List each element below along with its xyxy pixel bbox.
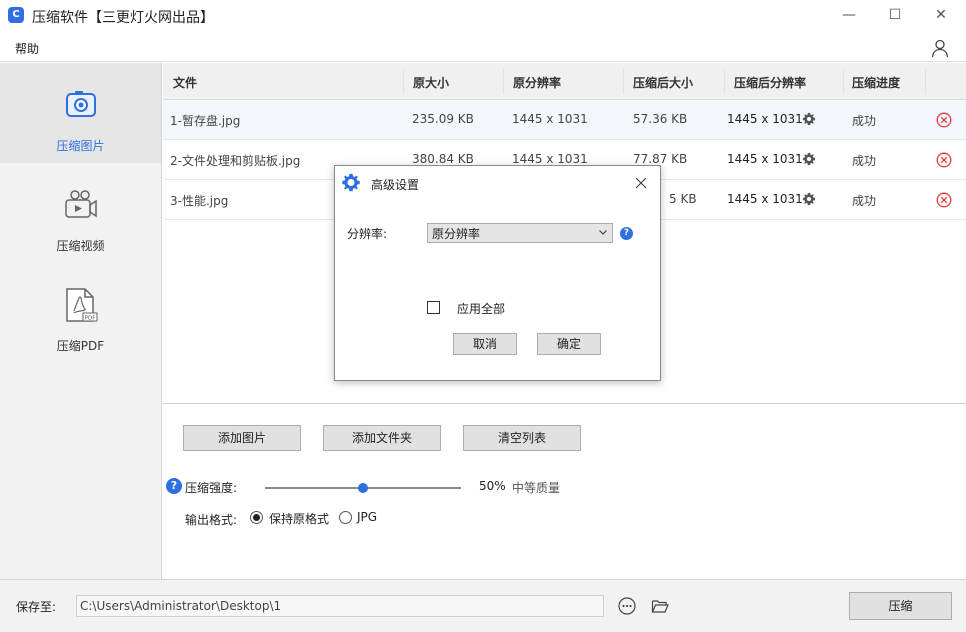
user-icon[interactable]	[930, 38, 950, 58]
video-icon	[65, 190, 97, 218]
resolution-select[interactable]: 原分辨率	[427, 223, 613, 243]
compression-slider-thumb[interactable]	[358, 483, 368, 493]
close-icon[interactable]	[634, 176, 648, 190]
chevron-down-icon	[599, 230, 607, 235]
folder-open-icon[interactable]	[651, 597, 669, 615]
cell-status: 成功	[852, 154, 877, 168]
cell-orig-res: 1445 x 1031	[512, 112, 588, 126]
cell-orig-res: 1445 x 1031	[512, 152, 588, 166]
header-orig-size[interactable]: 原大小	[413, 74, 449, 91]
radio-keep-format[interactable]	[250, 511, 263, 524]
column-divider	[724, 69, 725, 94]
sidebar-item-label: 压缩PDF	[56, 339, 105, 353]
compression-strength-label: 压缩强度:	[185, 481, 238, 495]
column-divider	[843, 69, 844, 94]
header-orig-res[interactable]: 原分辨率	[513, 74, 561, 91]
cell-new-size: 5 KB	[669, 192, 697, 206]
compression-percent: 50%	[479, 479, 506, 493]
cell-status: 成功	[852, 194, 877, 208]
help-icon[interactable]: ?	[620, 227, 633, 240]
clear-list-button[interactable]: 清空列表	[463, 425, 581, 451]
cell-new-size: 77.87 KB	[633, 152, 688, 166]
save-path-input[interactable]	[76, 595, 604, 617]
compress-button[interactable]: 压缩	[849, 592, 952, 620]
cell-file: 3-性能.jpg	[170, 194, 229, 208]
cell-new-res: 1445 x 1031	[727, 192, 803, 206]
delete-row-icon[interactable]	[936, 192, 952, 208]
resolution-label: 分辨率:	[347, 227, 388, 241]
header-progress[interactable]: 压缩进度	[852, 74, 900, 91]
table-header: 文件 原大小 原分辨率 压缩后大小 压缩后分辨率 压缩进度	[163, 63, 966, 100]
output-format-label: 输出格式:	[185, 513, 238, 527]
close-window-button[interactable]: ✕	[918, 0, 964, 30]
minimize-button[interactable]: —	[826, 0, 872, 30]
column-divider	[403, 69, 404, 94]
table-row[interactable]: 1-暂存盘.jpg 235.09 KB 1445 x 1031 57.36 KB…	[163, 100, 966, 140]
radio-jpg[interactable]	[339, 511, 352, 524]
cell-status: 成功	[852, 114, 877, 128]
sidebar-item-compress-video[interactable]: 压缩视频	[0, 163, 161, 263]
image-icon	[66, 91, 96, 117]
apply-all-checkbox[interactable]	[427, 301, 440, 314]
settings-gear-icon	[342, 173, 360, 192]
header-new-size[interactable]: 压缩后大小	[633, 74, 693, 91]
menu-help[interactable]: 帮助	[15, 40, 39, 57]
gear-icon[interactable]	[802, 192, 816, 206]
title-bar: C 压缩软件【三更灯火网出品】 — ☐ ✕	[0, 0, 966, 32]
gear-icon[interactable]	[802, 112, 816, 126]
more-options-icon[interactable]	[618, 597, 636, 615]
cell-new-res: 1445 x 1031	[727, 152, 803, 166]
ok-button[interactable]: 确定	[537, 333, 601, 355]
add-folder-button[interactable]: 添加文件夹	[323, 425, 441, 451]
radio-keep-format-label[interactable]: 保持原格式	[269, 510, 329, 527]
app-logo-icon: C	[8, 7, 24, 23]
gear-icon[interactable]	[802, 152, 816, 166]
sidebar: 压缩图片 压缩视频 PDF 压缩PDF	[0, 63, 162, 579]
cancel-button[interactable]: 取消	[453, 333, 517, 355]
cell-orig-size: 235.09 KB	[412, 112, 474, 126]
resolution-select-value: 原分辨率	[432, 227, 481, 241]
delete-row-icon[interactable]	[936, 112, 952, 128]
header-file[interactable]: 文件	[173, 74, 197, 91]
save-to-label: 保存至:	[16, 600, 57, 614]
footer-bar: 保存至: 压缩	[0, 579, 966, 632]
column-divider	[925, 69, 926, 94]
column-divider	[503, 69, 504, 94]
apply-all-label[interactable]: 应用全部	[457, 300, 505, 317]
column-divider	[623, 69, 624, 94]
sidebar-item-compress-pdf[interactable]: PDF 压缩PDF	[0, 263, 161, 363]
cell-new-res: 1445 x 1031	[727, 112, 803, 126]
cell-file: 2-文件处理和剪贴板.jpg	[170, 154, 301, 168]
cell-new-size: 57.36 KB	[633, 112, 688, 126]
menu-bar: 帮助	[0, 32, 966, 62]
help-icon[interactable]: ?	[166, 478, 182, 494]
add-image-button[interactable]: 添加图片	[183, 425, 301, 451]
window-title: 压缩软件【三更灯火网出品】	[32, 10, 214, 26]
header-new-res[interactable]: 压缩后分辨率	[734, 74, 806, 91]
pdf-icon: PDF	[66, 288, 98, 322]
pdf-badge-text: PDF	[85, 316, 96, 322]
radio-jpg-label[interactable]: JPG	[357, 510, 377, 524]
quality-label: 中等质量	[512, 481, 561, 495]
maximize-button[interactable]: ☐	[872, 0, 918, 30]
sidebar-item-label: 压缩图片	[56, 139, 105, 153]
delete-row-icon[interactable]	[936, 152, 952, 168]
dialog-title: 高级设置	[371, 178, 420, 192]
sidebar-item-compress-image[interactable]: 压缩图片	[0, 63, 161, 163]
sidebar-item-label: 压缩视频	[56, 239, 105, 253]
advanced-settings-dialog: 高级设置 分辨率: 原分辨率 ? 应用全部 取消 确定	[334, 165, 661, 381]
cell-file: 1-暂存盘.jpg	[170, 114, 241, 128]
cell-orig-size: 380.84 KB	[412, 152, 474, 166]
control-panel: 添加图片 添加文件夹 清空列表 ? 压缩强度: 50% 中等质量 输出格式: 保…	[163, 403, 966, 579]
